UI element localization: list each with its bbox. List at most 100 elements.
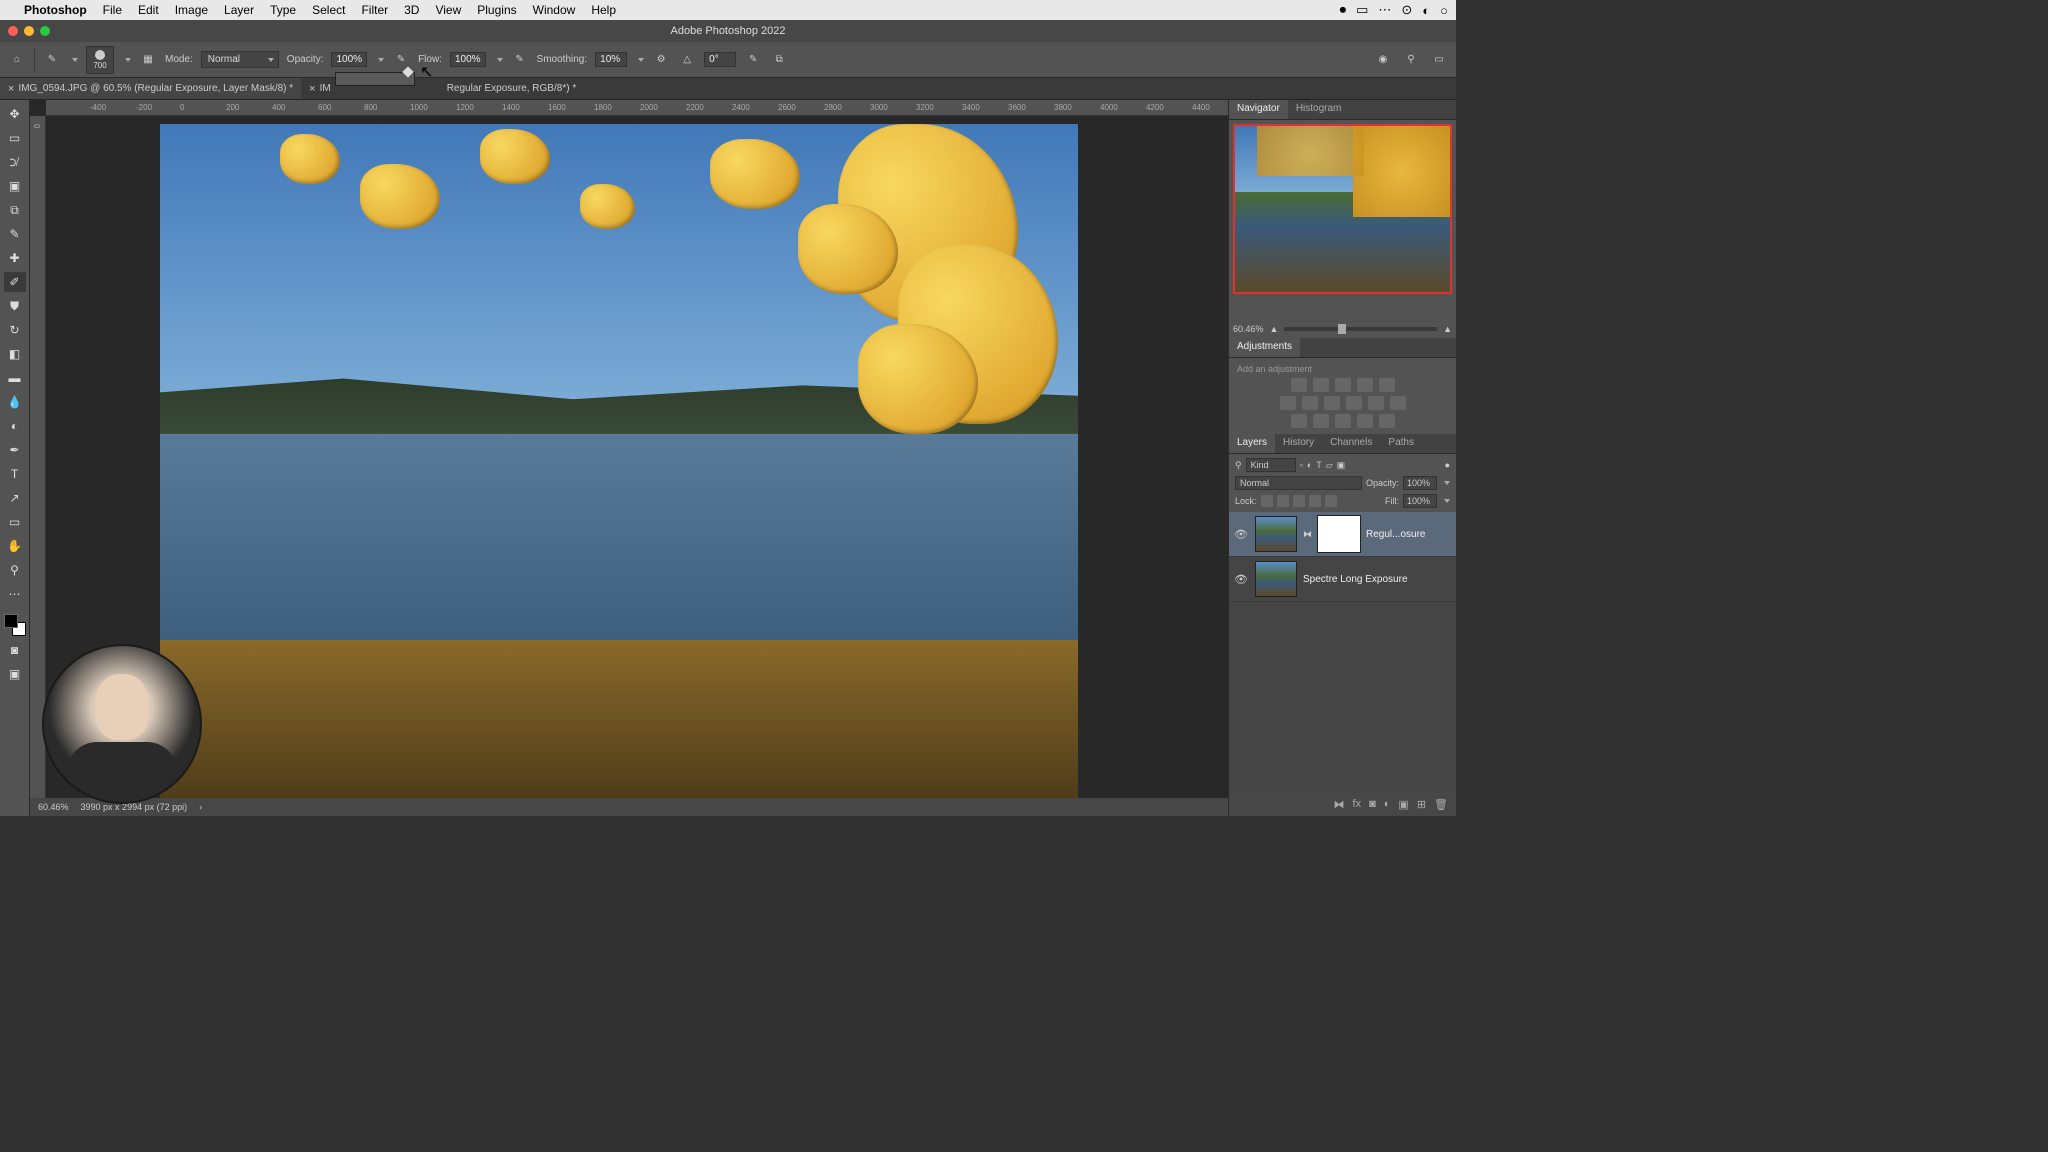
filter-search-icon[interactable]: ⚲ xyxy=(1235,460,1242,471)
invert-adjustment-icon[interactable] xyxy=(1291,414,1307,428)
paths-tab[interactable]: Paths xyxy=(1380,434,1422,453)
menu-filter[interactable]: Filter xyxy=(361,3,388,17)
bw-adjustment-icon[interactable] xyxy=(1324,396,1340,410)
new-layer-icon[interactable]: ⊞ xyxy=(1417,798,1426,811)
channel-mixer-adjustment-icon[interactable] xyxy=(1368,396,1384,410)
lock-all-icon[interactable] xyxy=(1325,495,1337,507)
airbrush-icon[interactable]: ✎ xyxy=(511,51,529,69)
layer-opacity-field[interactable]: 100% xyxy=(1403,476,1437,490)
history-brush-tool[interactable]: ↻ xyxy=(4,320,26,340)
healing-tool[interactable]: ✚ xyxy=(4,248,26,268)
tool-preset-dropdown[interactable] xyxy=(72,58,78,62)
new-group-icon[interactable]: ▣ xyxy=(1398,798,1408,811)
layer-visibility-icon[interactable]: 👁 xyxy=(1233,573,1249,586)
maximize-window-button[interactable] xyxy=(40,26,50,36)
zoom-in-icon[interactable]: ▲ xyxy=(1443,324,1452,334)
add-mask-icon[interactable]: ◙ xyxy=(1369,798,1376,810)
exposure-adjustment-icon[interactable] xyxy=(1357,378,1373,392)
pen-tool[interactable]: ✒ xyxy=(4,440,26,460)
flow-slider-popup[interactable] xyxy=(335,72,415,86)
close-window-button[interactable] xyxy=(8,26,18,36)
eyedropper-tool[interactable]: ✎ xyxy=(4,224,26,244)
home-icon[interactable]: ⌂ xyxy=(8,51,26,69)
close-tab-icon[interactable]: × xyxy=(309,83,315,95)
opacity-dropdown[interactable] xyxy=(378,58,384,62)
app-name[interactable]: Photoshop xyxy=(24,3,87,17)
new-adjustment-icon[interactable]: ◐ xyxy=(1384,798,1391,810)
flow-field[interactable]: 100% xyxy=(450,52,486,67)
navigator-tab[interactable]: Navigator xyxy=(1229,100,1288,119)
minimize-window-button[interactable] xyxy=(24,26,34,36)
document-tab-2[interactable]: × IM xyxy=(301,78,339,99)
filter-toggle[interactable]: ● xyxy=(1445,460,1450,470)
battery-icon[interactable]: ◐ xyxy=(1422,3,1430,18)
layer-name[interactable]: Spectre Long Exposure xyxy=(1303,574,1408,585)
layer-fill-dropdown[interactable] xyxy=(1444,499,1450,503)
stamp-tool[interactable]: ⛊ xyxy=(4,296,26,316)
layer-row[interactable]: 👁 Spectre Long Exposure xyxy=(1229,557,1456,602)
foreground-color[interactable] xyxy=(4,614,18,628)
menu-type[interactable]: Type xyxy=(270,3,296,17)
levels-adjustment-icon[interactable] xyxy=(1313,378,1329,392)
brush-preset-dropdown[interactable] xyxy=(125,58,131,62)
layer-fx-icon[interactable]: fx xyxy=(1353,798,1362,810)
curves-adjustment-icon[interactable] xyxy=(1335,378,1351,392)
type-tool[interactable]: T xyxy=(4,464,26,484)
gradient-map-adjustment-icon[interactable] xyxy=(1357,414,1373,428)
lock-position-icon[interactable] xyxy=(1293,495,1305,507)
zoom-value[interactable]: 60.46% xyxy=(1233,324,1264,334)
link-layers-icon[interactable]: ⧓ xyxy=(1334,798,1345,811)
layer-row[interactable]: 👁 ⧓ Regul...osure xyxy=(1229,512,1456,557)
history-tab[interactable]: History xyxy=(1275,434,1322,453)
adjustments-tab[interactable]: Adjustments xyxy=(1229,338,1300,357)
selection-tool[interactable]: ▣ xyxy=(4,176,26,196)
zoom-out-icon[interactable]: ▲ xyxy=(1270,324,1279,334)
smoothing-options-icon[interactable]: ⚙ xyxy=(652,51,670,69)
search-icon[interactable]: ⚲ xyxy=(1402,51,1420,69)
layer-thumbnail[interactable] xyxy=(1255,561,1297,597)
vibrance-adjustment-icon[interactable] xyxy=(1379,378,1395,392)
filter-adjust-icon[interactable]: ◐ xyxy=(1307,460,1312,470)
eraser-tool[interactable]: ◧ xyxy=(4,344,26,364)
shape-tool[interactable]: ▭ xyxy=(4,512,26,532)
layer-visibility-icon[interactable]: 👁 xyxy=(1233,528,1249,541)
dodge-tool[interactable]: ◐ xyxy=(4,416,26,436)
zoom-slider[interactable] xyxy=(1284,327,1437,331)
layer-fill-field[interactable]: 100% xyxy=(1403,494,1437,508)
opacity-field[interactable]: 100% xyxy=(331,52,367,67)
brush-panel-icon[interactable]: ▦ xyxy=(139,51,157,69)
filter-type-icon[interactable]: T xyxy=(1316,460,1322,470)
camera-icon[interactable]: ⏺ xyxy=(1340,2,1347,18)
filter-smart-icon[interactable]: ▣ xyxy=(1337,460,1346,471)
layers-tab[interactable]: Layers xyxy=(1229,434,1275,453)
symmetry-icon[interactable]: ⧉ xyxy=(770,51,788,69)
blend-mode-select[interactable]: Normal xyxy=(201,51,279,68)
gradient-tool[interactable]: ▬ xyxy=(4,368,26,388)
zoom-tool[interactable]: ⚲ xyxy=(4,560,26,580)
filter-shape-icon[interactable]: ▱ xyxy=(1326,460,1333,471)
layer-blend-select[interactable]: Normal xyxy=(1235,476,1362,490)
navigator-thumbnail[interactable] xyxy=(1233,124,1452,294)
threshold-adjustment-icon[interactable] xyxy=(1335,414,1351,428)
layer-filter-select[interactable]: Kind xyxy=(1246,458,1296,472)
smoothing-dropdown[interactable] xyxy=(638,58,644,62)
flow-dropdown[interactable] xyxy=(497,58,503,62)
menu-layer[interactable]: Layer xyxy=(224,3,254,17)
brightness-adjustment-icon[interactable] xyxy=(1291,378,1307,392)
photo-filter-adjustment-icon[interactable] xyxy=(1346,396,1362,410)
cloud-docs-icon[interactable]: ◉ xyxy=(1374,51,1392,69)
histogram-tab[interactable]: Histogram xyxy=(1288,100,1350,119)
angle-field[interactable]: 0° xyxy=(704,52,736,67)
menu-select[interactable]: Select xyxy=(312,3,345,17)
filter-pixel-icon[interactable]: ▫ xyxy=(1300,460,1303,470)
layer-opacity-dropdown[interactable] xyxy=(1444,481,1450,485)
document-canvas[interactable] xyxy=(160,124,1078,812)
edit-toolbar[interactable]: ⋯ xyxy=(4,584,26,604)
layer-mask-link-icon[interactable]: ⧓ xyxy=(1303,529,1312,540)
lock-artboard-icon[interactable] xyxy=(1309,495,1321,507)
menu-edit[interactable]: Edit xyxy=(138,3,159,17)
hue-adjustment-icon[interactable] xyxy=(1280,396,1296,410)
status-chevron-icon[interactable]: › xyxy=(199,802,202,812)
menu-file[interactable]: File xyxy=(103,3,122,17)
color-balance-adjustment-icon[interactable] xyxy=(1302,396,1318,410)
